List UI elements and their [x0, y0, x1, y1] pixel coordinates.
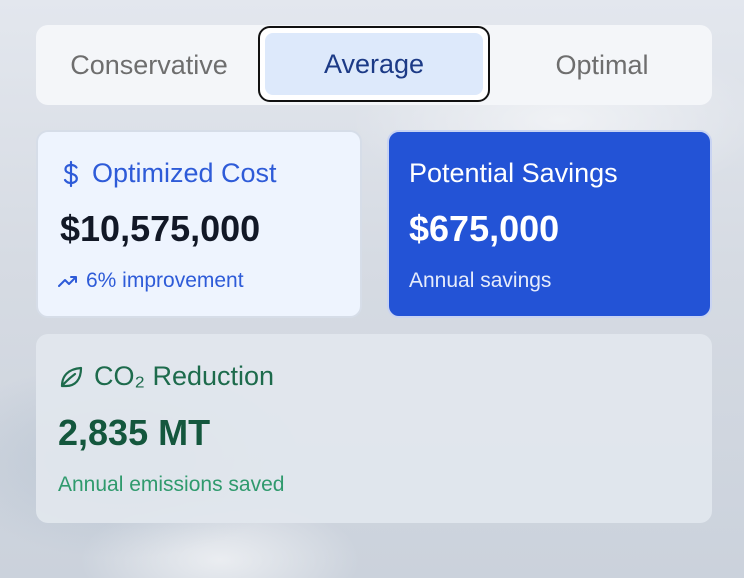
improvement-note: 6% improvement [58, 269, 244, 293]
co2-reduction-value: 2,835 MT [58, 412, 211, 453]
potential-savings-card: Potential Savings $675,000 Annual saving… [387, 130, 712, 318]
tab-conservative[interactable]: Conservative [36, 25, 262, 105]
optimized-cost-heading: Optimized Cost [60, 158, 277, 189]
tab-optimal[interactable]: Optimal [492, 25, 712, 105]
tab-average[interactable]: Average [258, 26, 490, 102]
co2-reduction-heading: CO₂ Reduction [58, 361, 274, 392]
improvement-text: 6% improvement [86, 269, 244, 292]
co2-reduction-title: CO₂ Reduction [94, 361, 275, 391]
scenario-tabs: Conservative Average Optimal [36, 25, 712, 105]
trending-up-icon [58, 274, 78, 288]
co2-reduction-card: CO₂ Reduction 2,835 MT Annual emissions … [36, 334, 712, 523]
optimized-cost-value: $10,575,000 [60, 208, 261, 249]
optimized-cost-title: Optimized Cost [92, 158, 277, 188]
potential-savings-title: Potential Savings [409, 158, 618, 188]
leaf-icon [58, 364, 84, 390]
optimized-cost-card: Optimized Cost $10,575,000 6% improvemen… [36, 130, 362, 318]
potential-savings-value: $675,000 [409, 208, 560, 249]
dollar-icon [60, 160, 82, 188]
annual-savings-note: Annual savings [409, 269, 552, 292]
tab-average-label: Average [265, 33, 483, 95]
emissions-saved-note: Annual emissions saved [58, 473, 285, 496]
